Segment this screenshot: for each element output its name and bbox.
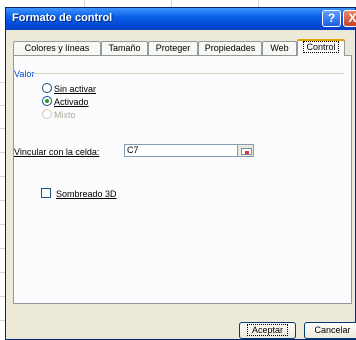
radio-checked-text: Activado — [54, 97, 89, 107]
cell-picker-button[interactable] — [237, 144, 254, 157]
format-control-dialog: Formato de control ? X Colores y líneas … — [5, 7, 356, 340]
radio-checked[interactable] — [42, 96, 52, 106]
radio-unchecked-text: Sin activar — [54, 84, 97, 94]
title-bar[interactable]: Formato de control ? X — [6, 8, 356, 30]
radio-unchecked[interactable] — [42, 83, 52, 93]
shading-3d-label[interactable]: Sombreado 3D — [56, 189, 117, 199]
tab-size[interactable]: Tamaño — [101, 41, 148, 55]
tab-control-label: Control — [303, 41, 339, 53]
help-button[interactable]: ? — [322, 10, 341, 27]
tab-control[interactable]: Control — [297, 39, 345, 56]
cancel-button[interactable]: Cancelar — [304, 322, 356, 339]
value-group-legend: Valor — [14, 69, 35, 79]
tab-properties[interactable]: Propiedades — [198, 41, 262, 55]
radio-checked-label[interactable]: Activado — [54, 97, 89, 107]
group-divider — [31, 73, 344, 74]
close-icon: X — [348, 11, 356, 25]
cell-link-label: Vincular con la celda: — [14, 147, 99, 157]
tab-protect[interactable]: Proteger — [148, 41, 198, 55]
close-button[interactable]: X — [343, 10, 356, 27]
radio-mixed-label: Mixto — [54, 110, 76, 120]
cell-picker-arrow-icon — [245, 151, 249, 154]
accept-button[interactable]: Aceptar — [239, 322, 296, 339]
help-icon: ? — [327, 11, 336, 25]
cell-link-text: Vincular con la celda: — [14, 147, 100, 157]
dialog-title: Formato de control — [12, 12, 113, 24]
accept-button-label: Aceptar — [246, 324, 289, 336]
tab-web[interactable]: Web — [262, 41, 297, 55]
cancel-button-label: Cancelar — [314, 325, 351, 335]
radio-mixed — [42, 109, 52, 119]
radio-unchecked-label[interactable]: Sin activar — [54, 84, 96, 94]
shading-3d-text: Sombreado 3D — [56, 189, 117, 199]
cell-link-input[interactable]: C7 — [124, 144, 254, 157]
shading-3d-checkbox[interactable] — [41, 188, 51, 198]
tab-colors-lines[interactable]: Colores y líneas — [13, 41, 101, 55]
